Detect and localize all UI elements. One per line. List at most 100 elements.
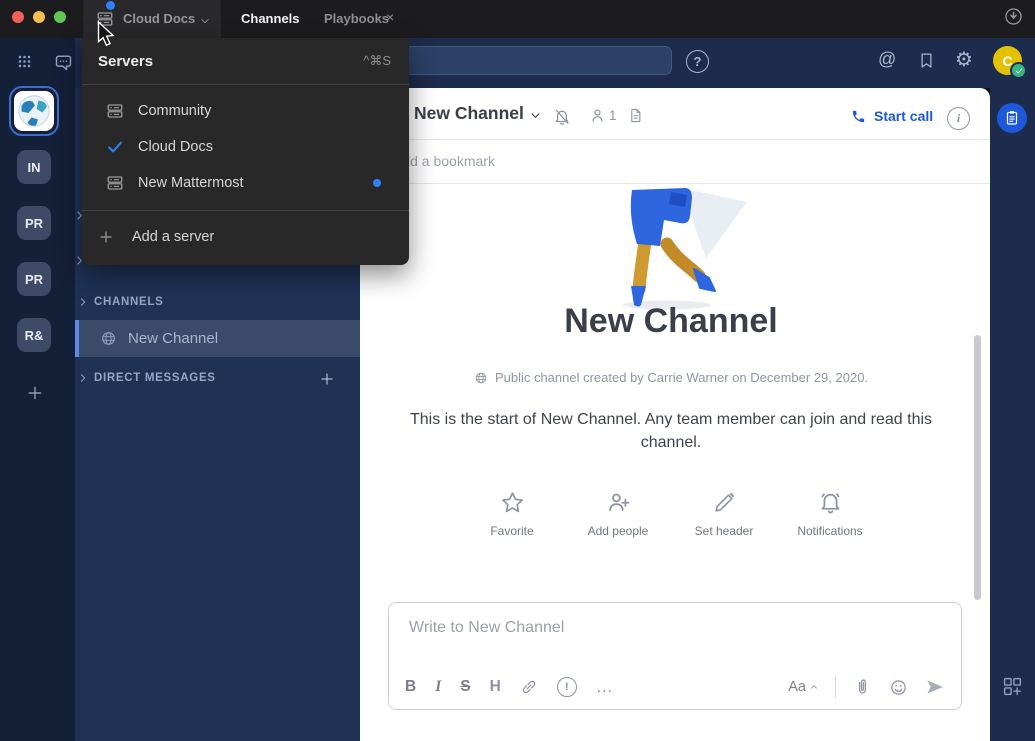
add-server-menu-item[interactable]: Add a server	[82, 211, 409, 263]
bold-button[interactable]: B	[405, 678, 416, 696]
menu-item-server-selected[interactable]: Cloud Docs	[82, 129, 409, 165]
priority-exclaim-icon[interactable]: !	[557, 677, 577, 697]
channel-intro-body: This is the start of New Channel. Any te…	[391, 408, 951, 454]
aa-label: Aa	[788, 679, 806, 695]
plus-icon	[98, 229, 114, 245]
member-count-button[interactable]: 1	[589, 107, 617, 124]
team-button[interactable]: IN	[17, 150, 51, 184]
tab-channels[interactable]: Channels	[241, 11, 300, 26]
maximize-window-button[interactable]	[54, 11, 66, 23]
message-input[interactable]	[407, 618, 931, 638]
menu-divider	[82, 84, 409, 85]
download-update-icon[interactable]	[1003, 6, 1024, 27]
search-input[interactable]	[396, 46, 672, 75]
close-tab-icon[interactable]: ×	[386, 9, 394, 25]
direct-messages-section-label: DIRECT MESSAGES	[94, 372, 216, 384]
channel-row-selected[interactable]: New Channel	[75, 320, 360, 357]
help-glyph: ?	[694, 54, 702, 69]
pencil-icon	[712, 490, 737, 515]
channel-title: New Channel	[414, 103, 524, 124]
check-icon	[106, 138, 124, 156]
person-add-icon	[606, 490, 631, 515]
online-status-badge	[1010, 62, 1027, 79]
channels-section-header[interactable]: CHANNELS	[78, 296, 164, 308]
more-formatting-icon[interactable]: …	[596, 682, 614, 692]
chevron-right-icon	[78, 373, 88, 383]
server-stack-icon	[106, 102, 124, 120]
channels-chat-icon[interactable]	[53, 52, 74, 73]
send-icon[interactable]	[925, 677, 945, 697]
menu-item-server[interactable]: New Mattermost	[82, 165, 409, 201]
message-composer: B I S H ! … Aa	[388, 602, 962, 710]
tab-playbooks[interactable]: Playbooks	[324, 11, 389, 26]
chevron-down-icon	[200, 16, 210, 26]
user-avatar[interactable]: C	[993, 46, 1022, 75]
star-icon	[500, 490, 525, 515]
add-direct-message-plus-icon[interactable]	[319, 371, 335, 387]
server-stack-icon	[106, 174, 124, 192]
team-button[interactable]: R&	[17, 318, 51, 352]
settings-gear-icon[interactable]: ⚙	[955, 47, 973, 71]
emoji-smiley-icon[interactable]	[889, 678, 908, 697]
member-count: 1	[609, 108, 617, 123]
bell-icon	[818, 490, 843, 515]
pinned-files-doc-icon[interactable]	[627, 107, 644, 124]
team-button[interactable]: PR	[17, 206, 51, 240]
team-initials: R&	[25, 328, 44, 343]
set-header-button[interactable]: Set header	[678, 490, 770, 538]
server-name: Cloud Docs	[138, 139, 213, 155]
help-icon[interactable]: ?	[686, 50, 709, 73]
mattermost-desktop-window: IN PR PR R& CHANNELS New Channel DIRECT …	[0, 0, 1035, 741]
direct-messages-section-header[interactable]: DIRECT MESSAGES	[78, 372, 216, 384]
text-style-toggle[interactable]: Aa	[788, 679, 818, 695]
server-name: Community	[138, 103, 211, 119]
italic-button[interactable]: I	[435, 678, 441, 696]
servers-dropdown-menu: Servers ^⌘S Community Cloud Docs New Mat…	[82, 38, 409, 265]
set-header-label: Set header	[695, 524, 754, 538]
channel-title-menu[interactable]: New Channel	[414, 103, 541, 124]
chevron-up-icon	[810, 683, 818, 691]
paperclip-icon[interactable]	[853, 678, 872, 697]
start-call-button[interactable]: Start call	[851, 108, 933, 124]
channel-info-icon[interactable]: i	[947, 107, 970, 130]
muted-bell-slash-icon[interactable]	[553, 108, 571, 126]
app-marketplace-grid-plus-icon[interactable]	[1002, 676, 1023, 697]
team-button-selected[interactable]	[9, 86, 59, 136]
channels-section-label: CHANNELS	[94, 296, 164, 308]
channel-intro-title: New Channel	[360, 302, 982, 341]
team-button[interactable]: PR	[17, 262, 51, 296]
clipboard-icon	[1003, 109, 1021, 127]
notifications-label: Notifications	[797, 524, 862, 538]
globe-team-avatar	[14, 91, 54, 131]
at-mentions-icon[interactable]: @	[878, 49, 896, 70]
app-bar	[990, 88, 1035, 741]
strikethrough-button[interactable]: S	[460, 678, 470, 696]
server-unread-dot	[373, 179, 381, 187]
toolbar-divider	[835, 676, 836, 698]
scrollbar-thumb[interactable]	[974, 335, 981, 600]
channel-intro-actions: Favorite Add people Set header Notificat…	[360, 490, 982, 538]
add-server-label: Add a server	[132, 229, 214, 245]
playbooks-app-button-active[interactable]	[997, 103, 1027, 133]
server-name: New Mattermost	[138, 175, 244, 191]
channel-name: New Channel	[128, 330, 218, 347]
public-channel-globe-icon	[474, 371, 488, 385]
chevron-down-icon	[530, 110, 541, 121]
team-initials: PR	[25, 216, 43, 231]
server-dropdown-button[interactable]: Cloud Docs	[83, 0, 221, 38]
minimize-window-button[interactable]	[33, 11, 45, 23]
window-titlebar: Cloud Docs Channels Playbooks ×	[0, 0, 1035, 38]
notifications-button[interactable]: Notifications	[784, 490, 876, 538]
saved-posts-bookmark-icon[interactable]	[917, 51, 936, 70]
close-window-button[interactable]	[12, 11, 24, 23]
product-switcher-grid-icon[interactable]	[16, 53, 33, 70]
menu-item-server[interactable]: Community	[82, 93, 409, 129]
info-glyph: i	[957, 111, 960, 126]
link-icon[interactable]	[520, 678, 538, 696]
exclaim-glyph: !	[565, 681, 569, 693]
heading-button[interactable]: H	[490, 678, 501, 696]
favorite-button[interactable]: Favorite	[466, 490, 558, 538]
add-people-button[interactable]: Add people	[572, 490, 664, 538]
channel-intro-meta: Public channel created by Carrie Warner …	[360, 370, 982, 385]
add-team-plus-icon[interactable]	[26, 384, 44, 402]
